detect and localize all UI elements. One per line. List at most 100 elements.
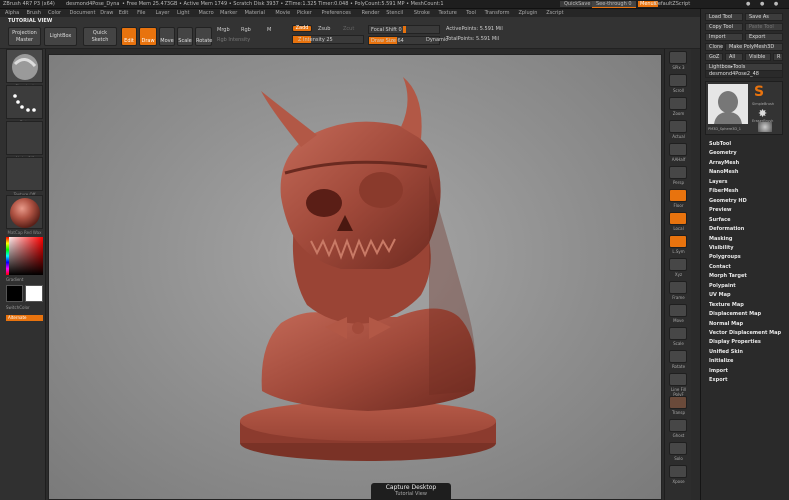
menu-transform[interactable]: Transform: [485, 10, 510, 16]
quick-sketch-button[interactable]: Quick Sketch: [83, 27, 117, 46]
menu-picker[interactable]: Picker: [297, 10, 312, 16]
tool-menu-fibermesh[interactable]: FiberMesh: [709, 188, 738, 194]
menu-movie[interactable]: Movie: [275, 10, 290, 16]
tutorial-view-tab[interactable]: Tutorial View: [371, 491, 451, 497]
draw-button[interactable]: Draw: [139, 27, 157, 46]
ghost-icon[interactable]: [669, 419, 687, 432]
stroke-picker[interactable]: [6, 85, 43, 119]
default-zscript-button[interactable]: DefaultZScript: [654, 1, 690, 7]
menu-file[interactable]: File: [137, 10, 145, 16]
zcut-toggle[interactable]: Zcut: [343, 26, 354, 32]
tool-menu-morph-target[interactable]: Morph Target: [709, 273, 747, 279]
clone-button[interactable]: Clone: [705, 43, 723, 51]
color-picker-square[interactable]: [6, 237, 43, 275]
mrgb-toggle[interactable]: Mrgb: [217, 27, 230, 33]
switchcolor-button[interactable]: SwitchColor: [6, 305, 30, 310]
tool-menu-deformation[interactable]: Deformation: [709, 226, 744, 232]
main-color-swatch[interactable]: [25, 285, 43, 302]
menu-stencil[interactable]: Stencil: [386, 10, 403, 16]
move-button[interactable]: Move: [159, 27, 175, 46]
brush-picker[interactable]: [6, 49, 43, 83]
menu-layer[interactable]: Layer: [156, 10, 170, 16]
frame-icon[interactable]: [669, 281, 687, 294]
rotate-button[interactable]: Rotate: [195, 27, 212, 46]
zsub-toggle[interactable]: Zsub: [318, 26, 330, 32]
sculpt-model[interactable]: [49, 55, 663, 500]
scroll-icon[interactable]: [669, 74, 687, 87]
sphere3d-thumb[interactable]: [758, 122, 772, 132]
menu-light[interactable]: Light: [177, 10, 189, 16]
secondary-color-swatch[interactable]: [6, 285, 23, 302]
copy-tool-button[interactable]: Copy Tool: [705, 23, 743, 31]
tool-menu-contact[interactable]: Contact: [709, 264, 731, 270]
r-button[interactable]: R: [773, 53, 783, 61]
tool-menu-nanomesh[interactable]: NanoMesh: [709, 169, 738, 175]
menu-render[interactable]: Render: [362, 10, 380, 16]
make-polymesh-button[interactable]: Make PolyMesh3D: [725, 43, 783, 51]
menu-document[interactable]: Document: [70, 10, 96, 16]
aahalf-icon[interactable]: [669, 143, 687, 156]
menu-marker[interactable]: Marker: [220, 10, 237, 16]
actual-icon[interactable]: [669, 120, 687, 133]
material-picker[interactable]: [6, 195, 43, 229]
xyz-icon[interactable]: [669, 258, 687, 271]
goz-button[interactable]: GoZ: [705, 53, 723, 61]
menu-texture[interactable]: Texture: [439, 10, 457, 16]
dynamic-toggle[interactable]: Dynamic: [426, 37, 448, 43]
paste-tool-button[interactable]: Paste Tool: [745, 23, 783, 31]
menu-draw[interactable]: Draw: [100, 10, 113, 16]
tool-menu-geometry-hd[interactable]: Geometry HD: [709, 198, 747, 204]
tool-menu-preview[interactable]: Preview: [709, 207, 732, 213]
l-sym-icon[interactable]: [669, 235, 687, 248]
rotate-icon[interactable]: [669, 350, 687, 363]
tool-menu-uv-map[interactable]: UV Map: [709, 292, 731, 298]
projection-master-button[interactable]: Projection Master: [8, 27, 41, 46]
tool-menu-unified-skin[interactable]: Unified Skin: [709, 349, 743, 355]
tool-menu-arraymesh[interactable]: ArrayMesh: [709, 160, 739, 166]
local-icon[interactable]: [669, 212, 687, 225]
menu-zplugin[interactable]: Zplugin: [519, 10, 538, 16]
tool-menu-texture-map[interactable]: Texture Map: [709, 302, 744, 308]
quicksave-button[interactable]: QuickSave: [560, 1, 595, 7]
floor-icon[interactable]: [669, 189, 687, 202]
transp-icon[interactable]: [669, 396, 687, 409]
tool-menu-export[interactable]: Export: [709, 377, 728, 383]
tool-menu-visibility[interactable]: Visibility: [709, 245, 734, 251]
see-through-slider[interactable]: See-through 0: [592, 1, 636, 8]
visible-button[interactable]: Visible: [745, 53, 771, 61]
rgb-intensity-slider[interactable]: Rgb Intensity: [217, 37, 250, 43]
tool-menu-geometry[interactable]: Geometry: [709, 150, 737, 156]
hue-strip[interactable]: [6, 237, 9, 275]
menu-alpha[interactable]: Alpha: [5, 10, 19, 16]
focal-shift-slider[interactable]: Focal Shift 0: [368, 25, 440, 34]
texture-picker[interactable]: [6, 157, 43, 191]
z-intensity-slider[interactable]: Z Intensity 25: [292, 35, 364, 44]
menu-macro[interactable]: Macro: [199, 10, 214, 16]
tool-thumb-simplebrush[interactable]: S: [754, 84, 780, 104]
current-tool-slider[interactable]: desmond4Pose2_48: [705, 70, 783, 78]
tool-menu-vector-displacement-map[interactable]: Vector Displacement Map: [709, 330, 781, 336]
persp-icon[interactable]: [669, 166, 687, 179]
menu-stroke[interactable]: Stroke: [414, 10, 430, 16]
menu-material[interactable]: Material: [245, 10, 265, 16]
tool-menu-masking[interactable]: Masking: [709, 236, 733, 242]
zoom-icon[interactable]: [669, 97, 687, 110]
menu-color[interactable]: Color: [48, 10, 61, 16]
tool-menu-layers[interactable]: Layers: [709, 179, 728, 185]
tool-menu-display-properties[interactable]: Display Properties: [709, 339, 761, 345]
xpose-icon[interactable]: [669, 465, 687, 478]
tool-thumb-desmond[interactable]: [708, 84, 748, 124]
menu-brush[interactable]: Brush: [27, 10, 41, 16]
tool-menu-normal-map[interactable]: Normal Map: [709, 321, 743, 327]
tool-menu-initialize[interactable]: Initialize: [709, 358, 733, 364]
tool-menu-import[interactable]: Import: [709, 368, 728, 374]
spix-3-icon[interactable]: [669, 51, 687, 64]
goz-all-button[interactable]: All: [725, 53, 743, 61]
alpha-picker[interactable]: [6, 121, 43, 155]
zadd-toggle[interactable]: Zadd: [292, 25, 312, 32]
lightbox-button[interactable]: LightBox: [44, 27, 77, 46]
save-as-button[interactable]: Save As: [745, 13, 783, 21]
rgb-toggle[interactable]: Rgb: [241, 27, 251, 33]
line-fill-polyf-icon[interactable]: [669, 373, 687, 386]
alternate-button[interactable]: Alternate: [6, 315, 43, 321]
